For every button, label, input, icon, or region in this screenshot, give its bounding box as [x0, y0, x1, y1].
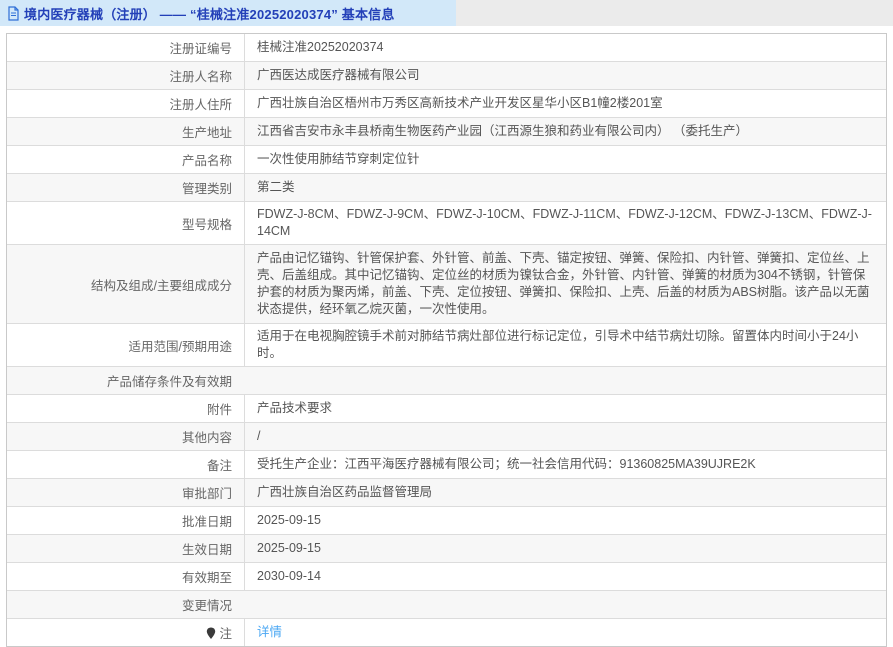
- row-value: 第二类: [244, 174, 886, 201]
- detail-link[interactable]: 详情: [257, 624, 282, 641]
- row-label-text: 注册人住所: [169, 98, 232, 112]
- row-label: 产品名称: [7, 146, 244, 173]
- row-value: 2025-09-15: [244, 507, 886, 534]
- row-label: 管理类别: [7, 174, 244, 201]
- table-row: 有效期至 2030-09-14: [7, 562, 886, 590]
- row-label-text: 产品名称: [181, 154, 232, 168]
- row-label: 产品储存条件及有效期: [7, 367, 244, 394]
- row-value: 产品技术要求: [244, 395, 886, 422]
- row-label-text: 审批部门: [181, 487, 232, 501]
- row-value: 2025-09-15: [244, 535, 886, 562]
- row-value: [244, 367, 886, 394]
- row-label-text: 注: [219, 627, 232, 641]
- info-table: 注册证编号 桂械注准20252020374 注册人名称 广西医达成医疗器械有限公司 注册…: [6, 33, 887, 647]
- table-row: 管理类别 第二类: [7, 173, 886, 201]
- row-label-text: 批准日期: [181, 515, 232, 529]
- table-row: 生效日期 2025-09-15: [7, 534, 886, 562]
- table-row: 变更情况: [7, 590, 886, 618]
- note-icon: [206, 627, 216, 640]
- row-label-text: 型号规格: [181, 217, 232, 232]
- row-label-text: 附件: [206, 403, 232, 417]
- row-label-text: 有效期至: [181, 571, 232, 585]
- row-label: 注: [7, 619, 244, 646]
- row-value: /: [244, 423, 886, 450]
- row-label: 附件: [7, 395, 244, 422]
- table-row: 注 详情: [7, 618, 886, 646]
- table-row: 型号规格 FDWZ-J-8CM、FDWZ-J-9CM、FDWZ-J-10CM、FD…: [7, 201, 886, 244]
- row-label-text: 生产地址: [181, 126, 232, 140]
- table-row: 批准日期 2025-09-15: [7, 506, 886, 534]
- row-label: 适用范围/预期用途: [7, 332, 244, 359]
- row-value: 广西壮族自治区梧州市万秀区高新技术产业开发区星华小区B1幢2楼201室: [244, 90, 886, 117]
- table-row: 适用范围/预期用途 适用于在电视胸腔镜手术前对肺结节病灶部位进行标记定位，引导术中…: [7, 323, 886, 366]
- table-row: 审批部门 广西壮族自治区药品监督管理局: [7, 478, 886, 506]
- row-label: 注册人住所: [7, 90, 244, 117]
- row-label: 变更情况: [7, 591, 244, 618]
- row-label-text: 产品储存条件及有效期: [106, 375, 232, 389]
- row-label: 批准日期: [7, 507, 244, 534]
- row-value: 江西省吉安市永丰县桥南生物医药产业园（江西源生狼和药业有限公司内） （委托生产）: [244, 118, 886, 145]
- document-icon: [7, 5, 20, 21]
- row-value: 适用于在电视胸腔镜手术前对肺结节病灶部位进行标记定位，引导术中结节病灶切除。留置…: [244, 324, 886, 366]
- row-label: 有效期至: [7, 563, 244, 590]
- row-label-text: 生效日期: [181, 543, 232, 557]
- header-title-segment: 境内医疗器械（注册） —— “桂械注准20252020374” 基本信息: [0, 0, 456, 26]
- table-row: 产品储存条件及有效期: [7, 366, 886, 394]
- row-value: 受托生产企业：江西平海医疗器械有限公司；统一社会信用代码：91360825MA3…: [244, 451, 886, 478]
- row-value: FDWZ-J-8CM、FDWZ-J-9CM、FDWZ-J-10CM、FDWZ-J…: [244, 202, 886, 244]
- row-label-text: 其他内容: [181, 431, 232, 445]
- row-label: 生效日期: [7, 535, 244, 562]
- page-title: 境内医疗器械（注册） —— “桂械注准20252020374” 基本信息: [24, 6, 395, 22]
- row-label-text: 注册证编号: [169, 42, 232, 56]
- row-label-text: 注册人名称: [169, 70, 232, 84]
- table-row: 生产地址 江西省吉安市永丰县桥南生物医药产业园（江西源生狼和药业有限公司内） （委…: [7, 117, 886, 145]
- row-label: 注册人名称: [7, 62, 244, 89]
- table-row: 结构及组成/主要组成成分 产品由记忆锚钩、针管保护套、外针管、前盖、下壳、锚定按钮…: [7, 244, 886, 323]
- table-row: 注册人名称 广西医达成医疗器械有限公司: [7, 61, 886, 89]
- row-label-text: 结构及组成/主要组成成分: [91, 278, 232, 293]
- row-label: 型号规格: [7, 210, 244, 237]
- row-value: 一次性使用肺结节穿刺定位针: [244, 146, 886, 173]
- row-value: 广西医达成医疗器械有限公司: [244, 62, 886, 89]
- table-row: 注册人住所 广西壮族自治区梧州市万秀区高新技术产业开发区星华小区B1幢2楼201室: [7, 89, 886, 117]
- row-label: 审批部门: [7, 479, 244, 506]
- table-row: 备注 受托生产企业：江西平海医疗器械有限公司；统一社会信用代码：91360825M…: [7, 450, 886, 478]
- row-label: 注册证编号: [7, 34, 244, 61]
- row-label-text: 变更情况: [181, 599, 232, 613]
- row-value: 桂械注准20252020374: [244, 34, 886, 61]
- row-label-text: 备注: [206, 459, 232, 473]
- table-row: 其他内容 /: [7, 422, 886, 450]
- row-label: 生产地址: [7, 118, 244, 145]
- table-row: 产品名称 一次性使用肺结节穿刺定位针: [7, 145, 886, 173]
- header-bar: 境内医疗器械（注册） —— “桂械注准20252020374” 基本信息: [0, 0, 893, 26]
- row-label: 结构及组成/主要组成成分: [7, 271, 244, 298]
- row-label: 备注: [7, 451, 244, 478]
- row-value: 广西壮族自治区药品监督管理局: [244, 479, 886, 506]
- table-row: 注册证编号 桂械注准20252020374: [7, 34, 886, 61]
- table-row: 附件 产品技术要求: [7, 394, 886, 422]
- row-value: 产品由记忆锚钩、针管保护套、外针管、前盖、下壳、锚定按钮、弹簧、保险扣、内针管、…: [244, 245, 886, 323]
- row-value: [244, 591, 886, 618]
- row-value: 详情: [244, 619, 886, 646]
- row-label-text: 管理类别: [181, 182, 232, 196]
- row-label: 其他内容: [7, 423, 244, 450]
- row-value: 2030-09-14: [244, 563, 886, 590]
- row-label-text: 适用范围/预期用途: [128, 339, 232, 354]
